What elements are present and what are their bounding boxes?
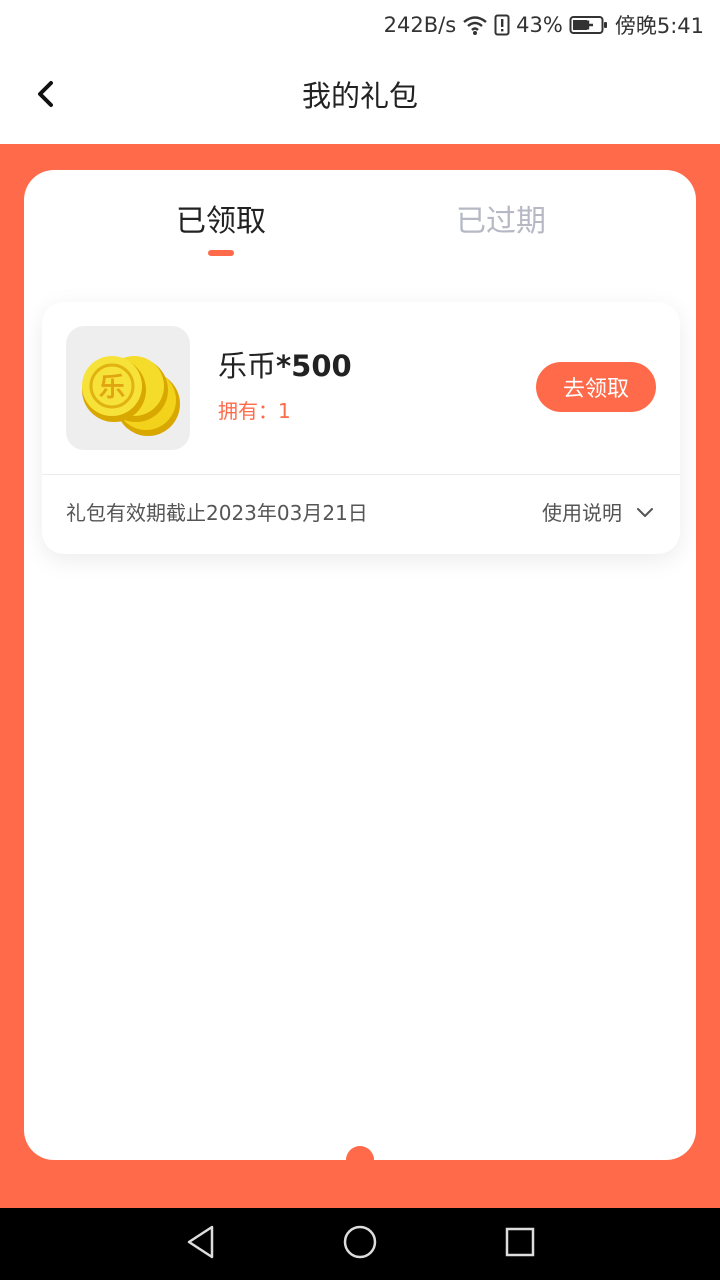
usage-instructions-toggle[interactable]: 使用说明 [542, 498, 654, 528]
owned-count: 拥有：1 [218, 399, 291, 423]
system-navigation-bar [0, 1208, 720, 1280]
gift-thumbnail: 乐 [66, 326, 190, 450]
nav-recent-icon [504, 1226, 536, 1262]
gold-coins-icon: 乐 [66, 356, 190, 450]
gift-name-text: 乐币 [218, 349, 277, 383]
chevron-down-icon [636, 504, 654, 523]
gift-name: 乐币*500 [218, 346, 352, 386]
nav-home-button[interactable] [340, 1224, 380, 1264]
tab-expired[interactable]: 已过期 [456, 200, 546, 244]
nav-home-icon [342, 1224, 378, 1264]
coin-glyph: 乐 [99, 373, 125, 403]
network-speed: 242B/s [383, 13, 457, 37]
claim-button[interactable]: 去领取 [536, 362, 656, 412]
status-bar: 242B/s 43% 傍晚5:41 [0, 0, 720, 50]
battery-percent: 43% [516, 13, 563, 37]
nav-back-icon [184, 1224, 216, 1264]
nav-recent-button[interactable] [500, 1224, 540, 1264]
expiry-text: 礼包有效期截止2023年03月21日 [66, 501, 368, 525]
panel-notch [346, 1146, 374, 1174]
nav-back-button[interactable] [180, 1224, 220, 1264]
gift-quantity: *500 [276, 349, 352, 383]
page-title: 我的礼包 [301, 79, 418, 113]
wifi-icon [462, 14, 488, 36]
active-tab-indicator [208, 250, 234, 256]
sim-alert-icon [494, 14, 510, 36]
tab-claimed[interactable]: 已领取 [176, 200, 266, 244]
app-header: 我的礼包 [0, 50, 720, 144]
status-indicators: 242B/s 43% 傍晚5:41 [384, 10, 704, 40]
battery-charging-icon [569, 14, 609, 36]
usage-label: 使用说明 [542, 501, 622, 525]
clock: 傍晚5:41 [614, 14, 704, 38]
gift-card: 乐 乐币*500 拥有：1 去领取 礼包有效期截止2023年03月21日 使用说… [42, 302, 680, 554]
card-divider [42, 474, 680, 475]
